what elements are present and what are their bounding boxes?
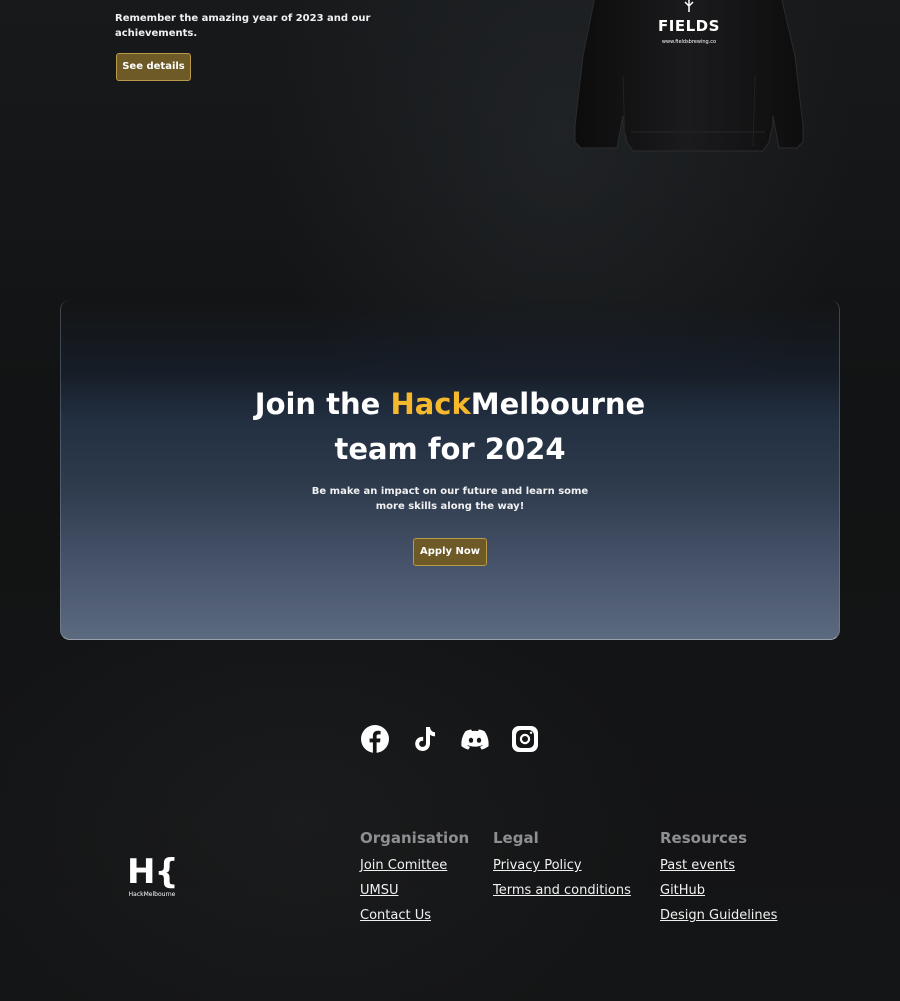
logo-letters: H{ (127, 852, 179, 892)
footer-column-organisation: Organisation Join Comittee UMSU Contact … (360, 828, 469, 928)
cta-title-line1: Join the HackMelbourne (0, 382, 900, 427)
cta-title-accent: Hack (390, 387, 471, 421)
footer-link-privacy-policy[interactable]: Privacy Policy (493, 853, 631, 878)
footer-link-design-guidelines[interactable]: Design Guidelines (660, 903, 777, 928)
footer-heading-organisation: Organisation (360, 829, 470, 847)
cta-title-prefix: Join the (254, 387, 391, 421)
hoodie-image: FIELDS www.fieldsbrewing.co (573, 0, 805, 154)
discord-icon[interactable] (460, 724, 490, 754)
see-details-button[interactable]: See details (116, 53, 191, 81)
footer-column-legal: Legal Privacy Policy Terms and condition… (493, 828, 631, 903)
hero-description: Remember the amazing year of 2023 and ou… (115, 13, 371, 39)
cta-title-suffix: Melbourne (470, 387, 646, 421)
footer-link-past-events[interactable]: Past events (660, 853, 777, 878)
footer-link-umsu[interactable]: UMSU (360, 878, 469, 903)
page: Remember the amazing year of 2023 and ou… (0, 0, 900, 1001)
cta-subtitle: Be make an impact on our future and lear… (311, 486, 589, 512)
tiktok-icon[interactable] (410, 724, 440, 754)
footer-link-contact-us[interactable]: Contact Us (360, 903, 469, 928)
footer-link-join-committee[interactable]: Join Comittee (360, 853, 469, 878)
logo-wordmark: HackMelbourne (128, 891, 176, 898)
hoodie-url-text: www.fieldsbrewing.co (661, 39, 717, 45)
footer-link-github[interactable]: GitHub (660, 878, 777, 903)
footer-link-terms[interactable]: Terms and conditions (493, 878, 631, 903)
footer-column-resources: Resources Past events GitHub Design Guid… (660, 828, 777, 928)
hoodie-brand-text: FIELDS (658, 17, 720, 35)
footer-heading-legal: Legal (493, 829, 539, 847)
facebook-icon[interactable] (360, 724, 390, 754)
instagram-icon[interactable] (510, 724, 540, 754)
footer-heading-resources: Resources (660, 829, 748, 847)
cta-title-line2: team for 2024 (334, 432, 566, 466)
apply-now-button[interactable]: Apply Now (413, 538, 487, 566)
hackmelbourne-logo[interactable]: H{ HackMelbourne (127, 852, 179, 902)
